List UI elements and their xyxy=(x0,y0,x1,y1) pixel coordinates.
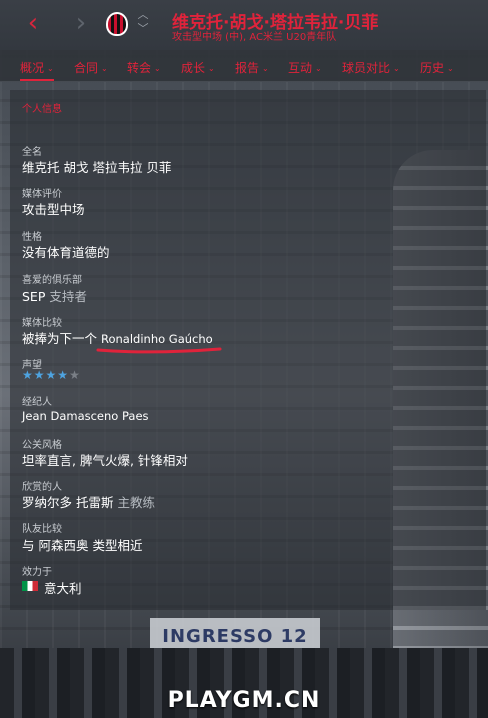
teammate-comparison-label: 队友比较 xyxy=(22,524,62,535)
tab-bar: 概况 ⌄ 合同 ⌄ 转会 ⌄ 成长 ⌄ 报告 ⌄ 互动 ⌄ 球员对比 ⌄ 历史 ⌄ xyxy=(0,50,488,82)
favored-person-value: 罗纳尔多 托雷斯 主教练 xyxy=(22,492,155,511)
media-rating-label: 媒体评价 xyxy=(22,189,62,200)
favored-person-role: 主教练 xyxy=(117,495,155,510)
chevron-down-icon: ⌄ xyxy=(447,64,454,73)
chevron-up-icon[interactable]: ︿ xyxy=(134,8,152,22)
tab-comparison[interactable]: 球员对比 ⌄ xyxy=(342,59,400,76)
pr-style-label: 公关风格 xyxy=(22,440,62,451)
star-icon: ★ xyxy=(33,368,46,382)
red-underline-annotation xyxy=(96,347,222,354)
reputation-stars: ★★★★★ xyxy=(22,368,81,382)
chevron-down-icon: ⌄ xyxy=(208,64,215,73)
chevron-down-icon: ⌄ xyxy=(393,64,400,73)
tab-history[interactable]: 历史 ⌄ xyxy=(420,59,454,76)
player-subtitle: 攻击型中场 (中), AC米兰 U20青年队 xyxy=(172,32,337,43)
media-comparison-label: 媒体比较 xyxy=(22,318,62,329)
chevron-down-icon: ⌄ xyxy=(262,64,269,73)
chevron-down-icon: ⌄ xyxy=(47,64,54,73)
favorite-club-label: 喜爱的俱乐部 xyxy=(22,275,82,286)
personality-value: 没有体育道德的 xyxy=(22,245,110,260)
favorite-club-value: SEP 支持者 xyxy=(22,286,87,305)
media-rating-value: 攻击型中场 xyxy=(22,202,85,217)
player-header: ‹ › ︿ ﹀ 维克托·胡戈·塔拉韦拉·贝菲 攻击型中场 (中), AC米兰 U… xyxy=(0,0,488,50)
agent-value[interactable]: Jean Damasceno Paes xyxy=(22,409,149,423)
plays-for-value[interactable]: 意大利 xyxy=(44,578,82,597)
full-name-value: 维克托 胡戈 塔拉韦拉 贝菲 xyxy=(22,160,172,175)
agent-label: 经纪人 xyxy=(22,397,52,408)
star-icon: ★ xyxy=(22,368,34,382)
tab-contract[interactable]: 合同 ⌄ xyxy=(74,59,108,76)
tab-reports[interactable]: 报告 ⌄ xyxy=(235,59,269,76)
favorite-club-suffix: 支持者 xyxy=(49,289,87,304)
chevron-down-icon: ⌄ xyxy=(101,64,108,73)
italy-flag-icon xyxy=(22,581,38,591)
chevron-right-icon[interactable]: › xyxy=(66,8,96,38)
tab-overview[interactable]: 概况 ⌄ xyxy=(20,59,54,81)
media-comparison-text: 被捧为下一个 xyxy=(22,331,98,346)
tab-interaction[interactable]: 互动 ⌄ xyxy=(288,59,322,76)
teammate-comparison-value: 与 阿森西奥 类型相近 xyxy=(22,538,143,553)
favorite-club-link[interactable]: SEP xyxy=(22,289,45,304)
pr-style-value: 坦率直言, 脾气火爆, 针锋相对 xyxy=(22,453,188,468)
chevron-left-icon[interactable]: ‹ xyxy=(18,8,48,38)
chevron-down-icon: ⌄ xyxy=(315,64,322,73)
club-crest-icon[interactable] xyxy=(106,12,128,36)
chevron-down-icon[interactable]: ﹀ xyxy=(134,22,152,36)
star-empty-icon: ★ xyxy=(69,368,81,382)
star-icon: ★ xyxy=(45,368,58,382)
tab-development[interactable]: 成长 ⌄ xyxy=(181,59,215,76)
favored-person-label: 欣赏的人 xyxy=(22,482,62,493)
media-comparison-value: 被捧为下一个 Ronaldinho Gaúcho xyxy=(22,328,213,347)
personality-label: 性格 xyxy=(22,232,42,243)
star-icon: ★ xyxy=(57,368,70,382)
favored-person-link[interactable]: 罗纳尔多 托雷斯 xyxy=(22,495,113,510)
tab-transfer[interactable]: 转会 ⌄ xyxy=(127,59,161,76)
media-comparison-player[interactable]: Ronaldinho Gaúcho xyxy=(101,332,213,346)
player-stepper[interactable]: ︿ ﹀ xyxy=(134,8,152,42)
section-title: 个人信息 xyxy=(22,104,62,115)
plays-for-label: 效力于 xyxy=(22,567,52,578)
full-name-label: 全名 xyxy=(22,147,42,158)
watermark: PLAYGM.CN xyxy=(167,688,321,713)
chevron-down-icon: ⌄ xyxy=(154,64,161,73)
